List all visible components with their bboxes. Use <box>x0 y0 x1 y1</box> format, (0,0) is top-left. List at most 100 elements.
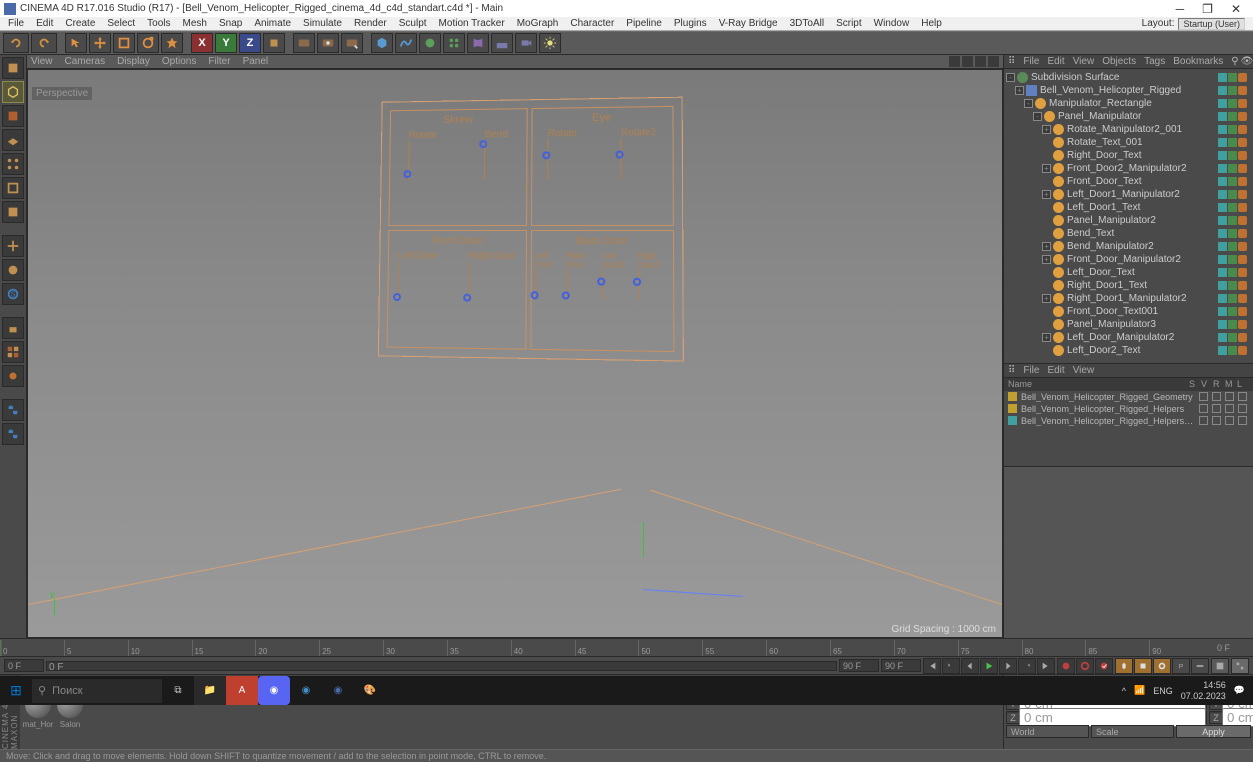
render-view[interactable] <box>293 33 315 53</box>
menu-motiontracker[interactable]: Motion Tracker <box>433 18 511 29</box>
tree-row[interactable]: +Right_Door1_Manipulator2 <box>1006 292 1251 305</box>
tree-row[interactable]: Front_Door_Text <box>1006 175 1251 188</box>
render-tag[interactable] <box>1228 177 1237 186</box>
generators[interactable] <box>419 33 441 53</box>
key-param-button[interactable]: P <box>1172 658 1190 674</box>
tree-row[interactable]: Left_Door1_Text <box>1006 201 1251 214</box>
workplane-mode[interactable] <box>2 129 24 151</box>
tree-expand-icon[interactable]: - <box>1024 99 1033 108</box>
visibility-tag[interactable] <box>1218 138 1227 147</box>
rotate-tool[interactable] <box>137 33 159 53</box>
render-tag[interactable] <box>1228 242 1237 251</box>
tree-row[interactable]: Front_Door_Text001 <box>1006 305 1251 318</box>
lm-menu-file[interactable]: File <box>1023 365 1039 376</box>
x-axis-lock[interactable]: X <box>191 33 213 53</box>
tree-expand-icon[interactable]: + <box>1042 190 1051 199</box>
layer-manager-check[interactable] <box>1238 392 1247 401</box>
camera-tool[interactable] <box>515 33 537 53</box>
visibility-tag[interactable] <box>1218 164 1227 173</box>
vp-orbit-icon[interactable] <box>975 56 986 67</box>
minimize-button[interactable]: ─ <box>1176 2 1185 16</box>
timeline-dope-button[interactable] <box>1211 658 1229 674</box>
layer-color-swatch[interactable] <box>1008 416 1017 425</box>
menu-tools[interactable]: Tools <box>141 18 176 29</box>
key-pla-button[interactable] <box>1191 658 1209 674</box>
timeline-fcurve-button[interactable] <box>1231 658 1249 674</box>
render-tag[interactable] <box>1228 138 1237 147</box>
lm-menu-edit[interactable]: Edit <box>1047 365 1064 376</box>
visibility-tag[interactable] <box>1218 177 1227 186</box>
om-menu-view[interactable]: View <box>1073 56 1095 67</box>
menu-simulate[interactable]: Simulate <box>297 18 348 29</box>
menu-render[interactable]: Render <box>348 18 393 29</box>
render-settings[interactable] <box>341 33 363 53</box>
coord-apply-button[interactable]: Apply <box>1176 725 1251 738</box>
tree-expand-icon[interactable]: + <box>1015 86 1024 95</box>
render-tag[interactable] <box>1228 73 1237 82</box>
app-explorer[interactable]: 📁 <box>194 676 226 705</box>
layer-tag[interactable] <box>1238 73 1247 82</box>
render-tag[interactable] <box>1228 320 1237 329</box>
visibility-tag[interactable] <box>1218 281 1227 290</box>
tree-expand-icon[interactable]: + <box>1042 242 1051 251</box>
undo-button[interactable] <box>3 33 29 53</box>
tree-row[interactable]: +Front_Door2_Manipulator2 <box>1006 162 1251 175</box>
render-tag[interactable] <box>1228 86 1237 95</box>
menu-pipeline[interactable]: Pipeline <box>620 18 668 29</box>
goto-next-key-button[interactable] <box>1018 658 1036 674</box>
menu-file[interactable]: File <box>2 18 30 29</box>
menu-vraybridge[interactable]: V-Ray Bridge <box>713 18 784 29</box>
visibility-tag[interactable] <box>1218 73 1227 82</box>
tree-row[interactable]: +Left_Door1_Manipulator2 <box>1006 188 1251 201</box>
tree-row[interactable]: -Panel_Manipulator <box>1006 110 1251 123</box>
tree-expand-icon[interactable]: - <box>1033 112 1042 121</box>
goto-start-button[interactable] <box>923 658 941 674</box>
tree-row[interactable]: +Left_Door_Manipulator2 <box>1006 331 1251 344</box>
om-menu-file[interactable]: File <box>1023 56 1039 67</box>
edge-mode[interactable] <box>2 177 24 199</box>
tree-row[interactable]: +Bend_Manipulator2 <box>1006 240 1251 253</box>
move-tool[interactable] <box>89 33 111 53</box>
transport-end-frame[interactable] <box>881 659 921 672</box>
last-tool[interactable] <box>161 33 183 53</box>
app-access[interactable]: A <box>226 676 258 705</box>
python-script[interactable] <box>2 399 24 421</box>
menu-select[interactable]: Select <box>101 18 141 29</box>
layer-solo-check[interactable] <box>1199 416 1208 425</box>
menu-plugins[interactable]: Plugins <box>668 18 713 29</box>
vp-pan-icon[interactable] <box>949 56 960 67</box>
model-mode[interactable] <box>2 81 24 103</box>
render-tag[interactable] <box>1228 346 1237 355</box>
redo-button[interactable] <box>31 33 57 53</box>
point-mode[interactable] <box>2 153 24 175</box>
layer-tag[interactable] <box>1238 268 1247 277</box>
layer-tag[interactable] <box>1238 190 1247 199</box>
z-axis-lock[interactable]: Z <box>239 33 261 53</box>
visibility-tag[interactable] <box>1218 307 1227 316</box>
coord-scale-dropdown[interactable]: Scale <box>1091 725 1174 738</box>
render-tag[interactable] <box>1228 99 1237 108</box>
layer-tag[interactable] <box>1238 151 1247 160</box>
tree-expand-icon[interactable]: + <box>1042 255 1051 264</box>
tree-row[interactable]: Left_Door2_Text <box>1006 344 1251 357</box>
layer-tag[interactable] <box>1238 333 1247 342</box>
tree-row[interactable]: -Manipulator_Rectangle <box>1006 97 1251 110</box>
layer-solo-check[interactable] <box>1199 392 1208 401</box>
tree-row[interactable]: Right_Door1_Text <box>1006 279 1251 292</box>
tray-chevron-icon[interactable]: ^ <box>1122 686 1126 696</box>
tree-expand-icon[interactable]: + <box>1042 333 1051 342</box>
prev-frame-button[interactable] <box>961 658 979 674</box>
visibility-tag[interactable] <box>1218 125 1227 134</box>
layer-tag[interactable] <box>1238 177 1247 186</box>
menu-script[interactable]: Script <box>830 18 868 29</box>
menu-create[interactable]: Create <box>59 18 101 29</box>
visibility-tag[interactable] <box>1218 203 1227 212</box>
transport-current-frame[interactable] <box>4 659 44 672</box>
menu-edit[interactable]: Edit <box>30 18 59 29</box>
grip-icon[interactable]: ⠿ <box>1008 56 1015 67</box>
tree-row[interactable]: Right_Door_Text <box>1006 149 1251 162</box>
menu-mograph[interactable]: MoGraph <box>511 18 565 29</box>
maximize-button[interactable]: ❐ <box>1202 2 1213 16</box>
locked-workplane[interactable] <box>2 317 24 339</box>
viewport-3d[interactable]: Perspective Skrew Rotate Bend Eye Rota <box>27 69 1003 638</box>
